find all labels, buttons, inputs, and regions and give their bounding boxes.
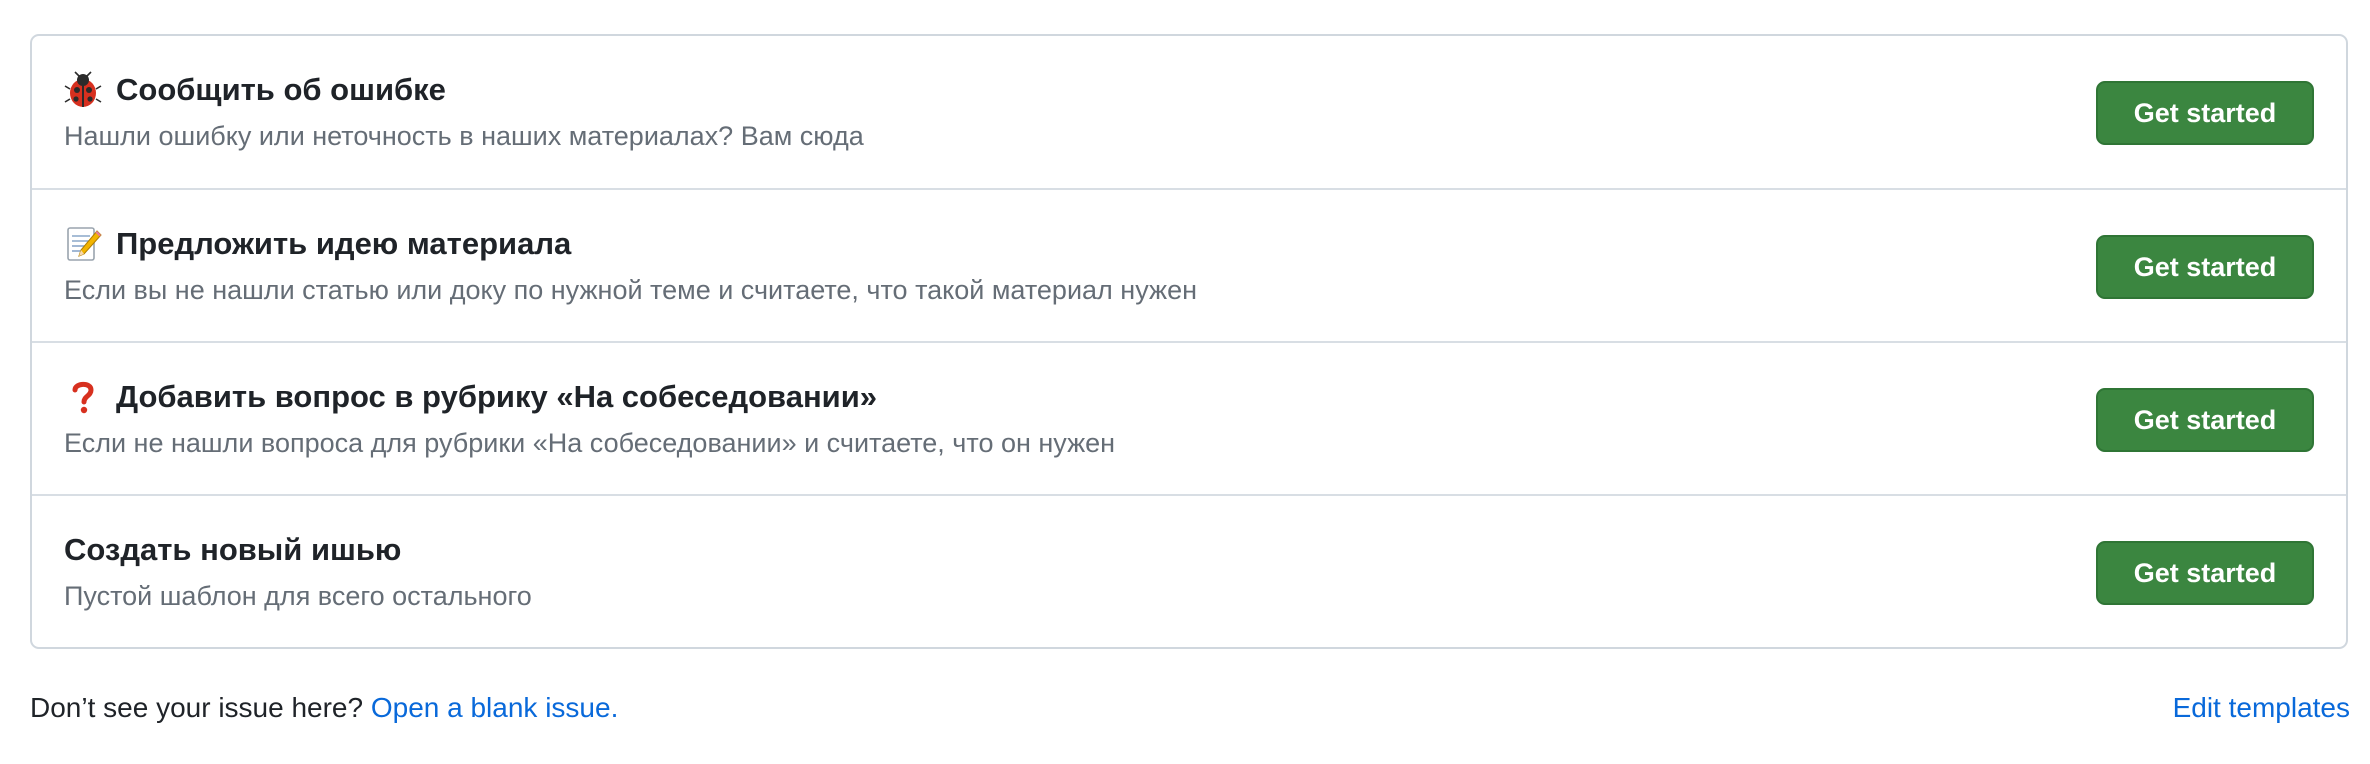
get-started-button[interactable]: Get started <box>2096 235 2314 299</box>
template-row-material-idea: Предложить идею материала Если вы не наш… <box>32 188 2346 341</box>
template-row-interview-question: Добавить вопрос в рубрику «На собеседова… <box>32 341 2346 494</box>
template-title-text: Создать новый ишью <box>64 532 402 567</box>
template-title: Создать новый ишью <box>64 530 532 570</box>
template-description: Пустой шаблон для всего остального <box>64 581 532 611</box>
template-title-text: Предложить идею материала <box>116 226 572 261</box>
get-started-button[interactable]: Get started <box>2096 81 2314 145</box>
get-started-button[interactable]: Get started <box>2096 388 2314 452</box>
memo-icon <box>64 225 102 263</box>
edit-templates-link[interactable]: Edit templates <box>2173 686 2350 730</box>
ladybug-icon <box>64 71 102 109</box>
template-row-bug-report: Сообщить об ошибке Нашли ошибку или нето… <box>32 36 2346 188</box>
template-title-text: Добавить вопрос в рубрику «На собеседова… <box>116 379 878 414</box>
question-mark-icon <box>64 378 102 416</box>
templates-footer: Don’t see your issue here? Open a blank … <box>30 686 2350 730</box>
open-blank-issue-link[interactable]: Open a blank issue. <box>371 692 619 723</box>
template-description: Если вы не нашли статью или доку по нужн… <box>64 275 1197 305</box>
template-title: Добавить вопрос в рубрику «На собеседова… <box>64 377 1115 417</box>
template-text: Предложить идею материала Если вы не наш… <box>64 224 1197 308</box>
footer-prompt: Don’t see your issue here? <box>30 692 371 723</box>
template-text: Сообщить об ошибке Нашли ошибку или нето… <box>64 70 864 154</box>
template-description: Нашли ошибку или неточность в наших мате… <box>64 121 864 151</box>
get-started-button[interactable]: Get started <box>2096 541 2314 605</box>
template-text: Создать новый ишью Пустой шаблон для все… <box>64 530 532 614</box>
template-description: Если не нашли вопроса для рубрики «На со… <box>64 428 1116 458</box>
template-title: Предложить идею материала <box>64 224 1197 264</box>
template-row-blank-issue: Создать новый ишью Пустой шаблон для все… <box>32 494 2346 647</box>
template-title-text: Сообщить об ошибке <box>116 72 446 107</box>
issue-templates-list: Сообщить об ошибке Нашли ошибку или нето… <box>30 34 2348 649</box>
template-title: Сообщить об ошибке <box>64 70 864 110</box>
template-text: Добавить вопрос в рубрику «На собеседова… <box>64 377 1115 461</box>
